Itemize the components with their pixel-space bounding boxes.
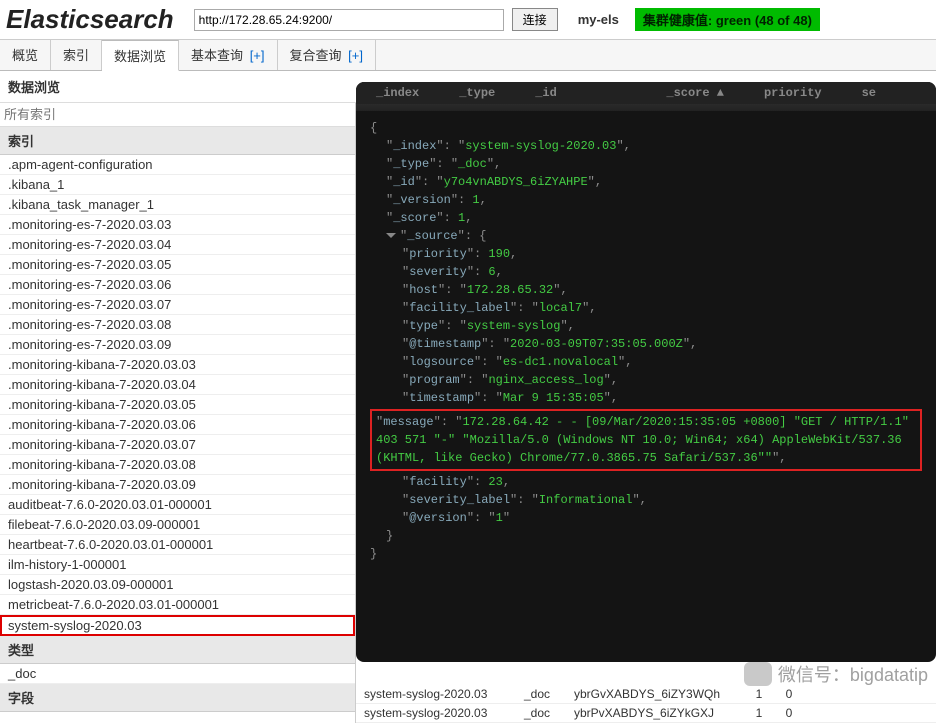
index-item[interactable]: .monitoring-kibana-7-2020.03.07 bbox=[0, 435, 355, 455]
index-item[interactable]: .monitoring-es-7-2020.03.05 bbox=[0, 255, 355, 275]
index-item[interactable]: filebeat-7.6.0-2020.03.09-000001 bbox=[0, 515, 355, 535]
index-item[interactable]: .monitoring-es-7-2020.03.08 bbox=[0, 315, 355, 335]
tab-compound-query[interactable]: 复合查询 [+] bbox=[278, 40, 376, 70]
section-type: 类型 bbox=[0, 636, 355, 664]
plus-icon[interactable]: [+] bbox=[250, 48, 265, 63]
raw-data-modal: ✕ 原始数据 _index_type_id _score ▲priorityse… bbox=[356, 82, 936, 662]
tab-overview[interactable]: 概览 bbox=[0, 40, 51, 70]
index-item[interactable]: .monitoring-kibana-7-2020.03.04 bbox=[0, 375, 355, 395]
json-viewer[interactable]: { "_index": "system-syslog-2020.03", "_t… bbox=[356, 111, 936, 651]
tab-basic-query[interactable]: 基本查询 [+] bbox=[179, 40, 277, 70]
plus-icon[interactable]: [+] bbox=[348, 48, 363, 63]
index-item[interactable]: .monitoring-es-7-2020.03.09 bbox=[0, 335, 355, 355]
watermark: 微信号：bigdatatip bbox=[744, 661, 928, 687]
cluster-url-input[interactable] bbox=[194, 9, 504, 31]
index-item[interactable]: ilm-history-1-000001 bbox=[0, 555, 355, 575]
index-item[interactable]: .monitoring-kibana-7-2020.03.05 bbox=[0, 395, 355, 415]
cluster-name: my-els bbox=[578, 12, 619, 27]
index-item[interactable]: .monitoring-kibana-7-2020.03.08 bbox=[0, 455, 355, 475]
message-highlight: "message": "172.28.64.42 - - [09/Mar/202… bbox=[370, 409, 922, 471]
section-indices: 索引 bbox=[0, 127, 355, 155]
index-item[interactable]: system-syslog-2020.03 bbox=[0, 615, 355, 636]
index-item[interactable]: heartbeat-7.6.0-2020.03.01-000001 bbox=[0, 535, 355, 555]
index-search-input[interactable] bbox=[0, 103, 355, 127]
section-field: 字段 bbox=[0, 684, 355, 712]
app-logo: Elasticsearch bbox=[6, 4, 174, 35]
type-item[interactable]: _doc bbox=[0, 664, 355, 684]
connect-button[interactable]: 连接 bbox=[512, 8, 558, 31]
tab-browse[interactable]: 数据浏览 bbox=[102, 40, 179, 71]
caret-down-icon[interactable] bbox=[386, 233, 396, 238]
index-item[interactable]: metricbeat-7.6.0-2020.03.01-000001 bbox=[0, 595, 355, 615]
index-item[interactable]: auditbeat-7.6.0-2020.03.01-000001 bbox=[0, 495, 355, 515]
table-header: _index_type_id _score ▲priorityse bbox=[356, 82, 936, 104]
tab-indices[interactable]: 索引 bbox=[51, 40, 102, 70]
index-item[interactable]: .monitoring-es-7-2020.03.03 bbox=[0, 215, 355, 235]
index-item[interactable]: .monitoring-es-7-2020.03.04 bbox=[0, 235, 355, 255]
index-item[interactable]: .kibana_1 bbox=[0, 175, 355, 195]
index-item[interactable]: .monitoring-kibana-7-2020.03.09 bbox=[0, 475, 355, 495]
index-item[interactable]: logstash-2020.03.09-000001 bbox=[0, 575, 355, 595]
index-item[interactable]: .kibana_task_manager_1 bbox=[0, 195, 355, 215]
index-item[interactable]: .monitoring-kibana-7-2020.03.03 bbox=[0, 355, 355, 375]
wechat-icon bbox=[744, 662, 772, 686]
index-item[interactable]: .apm-agent-configuration bbox=[0, 155, 355, 175]
index-item[interactable]: .monitoring-kibana-7-2020.03.06 bbox=[0, 415, 355, 435]
table-row[interactable]: system-syslog-2020.03_docybrPvXABDYS_6iZ… bbox=[356, 704, 936, 723]
main-tabs: 概览 索引 数据浏览 基本查询 [+] 复合查询 [+] bbox=[0, 40, 936, 71]
index-item[interactable]: .monitoring-es-7-2020.03.07 bbox=[0, 295, 355, 315]
sidebar: 索引 .apm-agent-configuration.kibana_1.kib… bbox=[0, 103, 356, 723]
health-badge: 集群健康值: green (48 of 48) bbox=[635, 8, 820, 31]
index-item[interactable]: .monitoring-es-7-2020.03.06 bbox=[0, 275, 355, 295]
